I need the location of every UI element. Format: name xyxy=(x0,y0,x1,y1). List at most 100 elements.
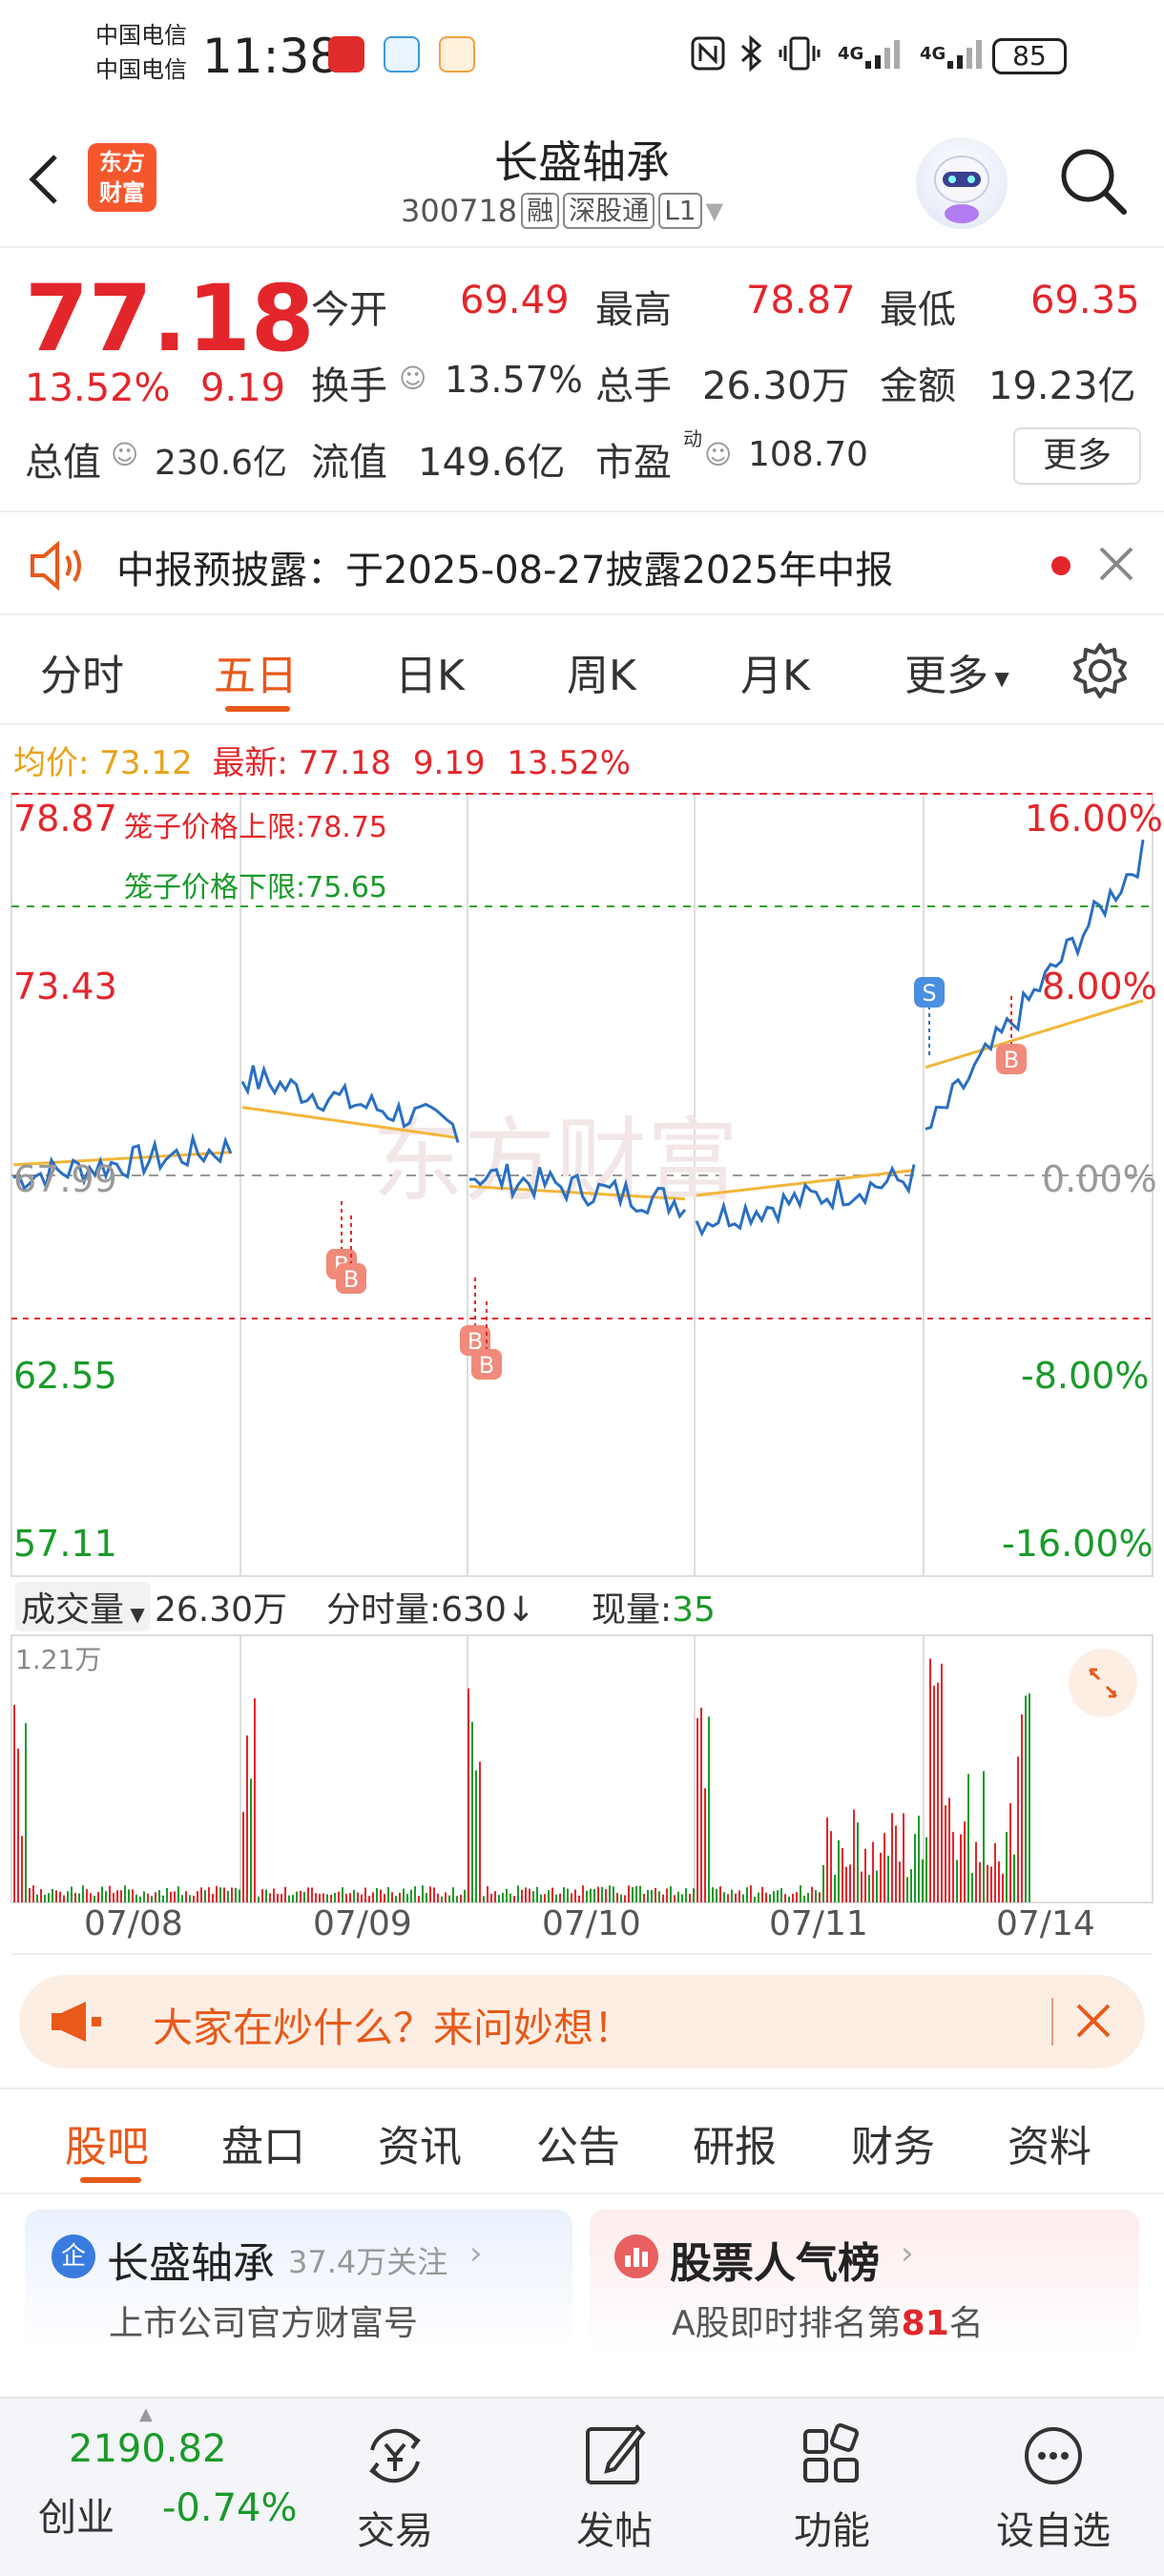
info-icon[interactable]: ☺ xyxy=(399,363,426,394)
robot-assistant-icon[interactable] xyxy=(916,137,1008,229)
info-icon[interactable]: ☺ xyxy=(704,439,732,470)
volume-bar xyxy=(67,1891,69,1902)
close-icon[interactable] xyxy=(1095,543,1137,589)
tab-forum[interactable]: 股吧 xyxy=(65,2112,149,2173)
volume-bar xyxy=(769,1894,771,1902)
volume-bar xyxy=(845,1866,847,1902)
ranking-icon xyxy=(614,2234,658,2278)
volume-bar xyxy=(29,1888,31,1902)
tab-weekly-k[interactable]: 周K xyxy=(567,641,636,702)
volume-bar xyxy=(662,1894,664,1902)
volume-bar xyxy=(254,1698,256,1902)
popularity-ranking-card[interactable]: 股票人气榜 › A股即时排名第81名 xyxy=(590,2210,1139,2353)
volume-bar xyxy=(296,1891,298,1902)
close-icon[interactable] xyxy=(1072,2000,1114,2046)
index-change[interactable]: -0.74% xyxy=(162,2486,298,2530)
volume-bar xyxy=(811,1886,813,1902)
volume-bar xyxy=(174,1891,176,1902)
tab-announcements[interactable]: 公告 xyxy=(536,2112,620,2173)
tab-intraday[interactable]: 分时 xyxy=(40,641,124,702)
volume-bar xyxy=(632,1886,634,1902)
volume-label: 总手 xyxy=(595,364,672,408)
edit-icon xyxy=(586,2423,646,2484)
info-icon[interactable]: ☺ xyxy=(111,439,138,470)
stock-code-row[interactable]: 300718 融 深股通 L1 ▼ xyxy=(401,193,723,229)
volume-bar xyxy=(914,1834,916,1902)
search-icon[interactable] xyxy=(1055,143,1132,223)
nav-add-watchlist[interactable]: 设自选 xyxy=(958,2399,1149,2553)
tab-more[interactable]: 更多 ▼ xyxy=(904,641,1009,702)
tab-news[interactable]: 资讯 xyxy=(378,2112,462,2173)
volume-bar xyxy=(48,1893,50,1902)
cage-lower-value: 75.65 xyxy=(305,871,387,904)
open-label: 今开 xyxy=(311,288,387,332)
volume-bar xyxy=(635,1885,637,1902)
volume-indicator-select[interactable]: 成交量 ▼ xyxy=(15,1582,151,1631)
volume-bar xyxy=(796,1892,798,1902)
sell-marker[interactable]: S xyxy=(914,977,945,1059)
index-value[interactable]: 2190.82 xyxy=(69,2427,226,2471)
cage-lower-text: 笼子价格下限: xyxy=(124,871,306,904)
tab-monthly-k[interactable]: 月K xyxy=(740,641,810,702)
volume-bar xyxy=(712,1887,714,1902)
volume-bar xyxy=(384,1894,385,1902)
tab-research[interactable]: 研报 xyxy=(693,2112,777,2173)
volume-bar xyxy=(590,1888,592,1902)
volume-bar xyxy=(78,1893,80,1902)
volume-bar xyxy=(696,1717,698,1902)
company-account-title: 长盛轴承 xyxy=(107,2239,275,2288)
mascot-app-icon xyxy=(439,36,475,73)
banner-divider xyxy=(1051,1998,1053,2046)
settings-gear-icon[interactable] xyxy=(1070,641,1130,704)
notice-bar[interactable]: 中报预披露：于2025-08-27披露2025年中报 xyxy=(0,510,1164,615)
volume-bar xyxy=(197,1891,198,1902)
volume-bar xyxy=(666,1888,668,1902)
active-tab-underline xyxy=(80,2177,141,2183)
volume-bar xyxy=(490,1894,492,1902)
volume-bar xyxy=(803,1895,805,1902)
volume-bar xyxy=(155,1892,156,1902)
nav-functions-label: 功能 xyxy=(794,2509,870,2553)
volume-bar xyxy=(910,1869,912,1902)
svg-text:B: B xyxy=(343,1266,359,1293)
volume-bar xyxy=(887,1856,889,1902)
network-label-2: 4G xyxy=(920,43,946,64)
index-name[interactable]: 创业 xyxy=(38,2486,114,2542)
volume-bar xyxy=(529,1888,530,1902)
ranking-suffix: 名 xyxy=(948,2304,984,2343)
volume-bar xyxy=(86,1889,88,1902)
volume-bar xyxy=(868,1875,870,1902)
volume-bar xyxy=(773,1891,775,1902)
nav-post[interactable]: 发帖 xyxy=(519,2399,710,2553)
svg-text:B: B xyxy=(1004,1047,1019,1073)
ask-ai-banner[interactable]: 大家在炒什么？来问妙想！ xyxy=(19,1975,1145,2068)
volume-bar xyxy=(983,1771,985,1902)
volume-bar xyxy=(750,1885,752,1902)
company-account-card[interactable]: 企 长盛轴承 37.4万关注 › 上市公司官方财富号 xyxy=(25,2210,572,2353)
volume-bar xyxy=(13,1704,15,1902)
volume-bar xyxy=(437,1893,439,1902)
nav-trade[interactable]: 交易 xyxy=(300,2399,490,2553)
change-percent: 13.52% xyxy=(25,366,171,410)
volume-bar xyxy=(269,1893,271,1902)
volume-bar xyxy=(239,1889,240,1902)
volume-bar xyxy=(281,1894,282,1902)
volume-bar xyxy=(212,1893,214,1902)
tab-financials[interactable]: 财务 xyxy=(851,2112,935,2173)
volume-bar xyxy=(132,1889,134,1902)
tab-five-day[interactable]: 五日 xyxy=(214,641,298,702)
expand-icon[interactable] xyxy=(1069,1649,1137,1717)
nav-trade-label: 交易 xyxy=(357,2509,433,2553)
more-quote-button[interactable]: 更多 xyxy=(1013,427,1141,485)
nav-functions[interactable]: 功能 xyxy=(737,2399,927,2553)
volume-bar xyxy=(788,1896,790,1902)
buy-marker[interactable]: B xyxy=(460,1274,490,1356)
volume-bar xyxy=(735,1893,737,1902)
volume-bar xyxy=(945,1805,946,1902)
current-price: 77.18 xyxy=(25,265,315,372)
tab-profile[interactable]: 资料 xyxy=(1008,2112,1091,2173)
tab-orderbook[interactable]: 盘口 xyxy=(221,2112,305,2173)
tab-daily-k[interactable]: 日K xyxy=(395,641,465,702)
volume-bar xyxy=(738,1890,740,1902)
volume-bar xyxy=(147,1893,149,1902)
